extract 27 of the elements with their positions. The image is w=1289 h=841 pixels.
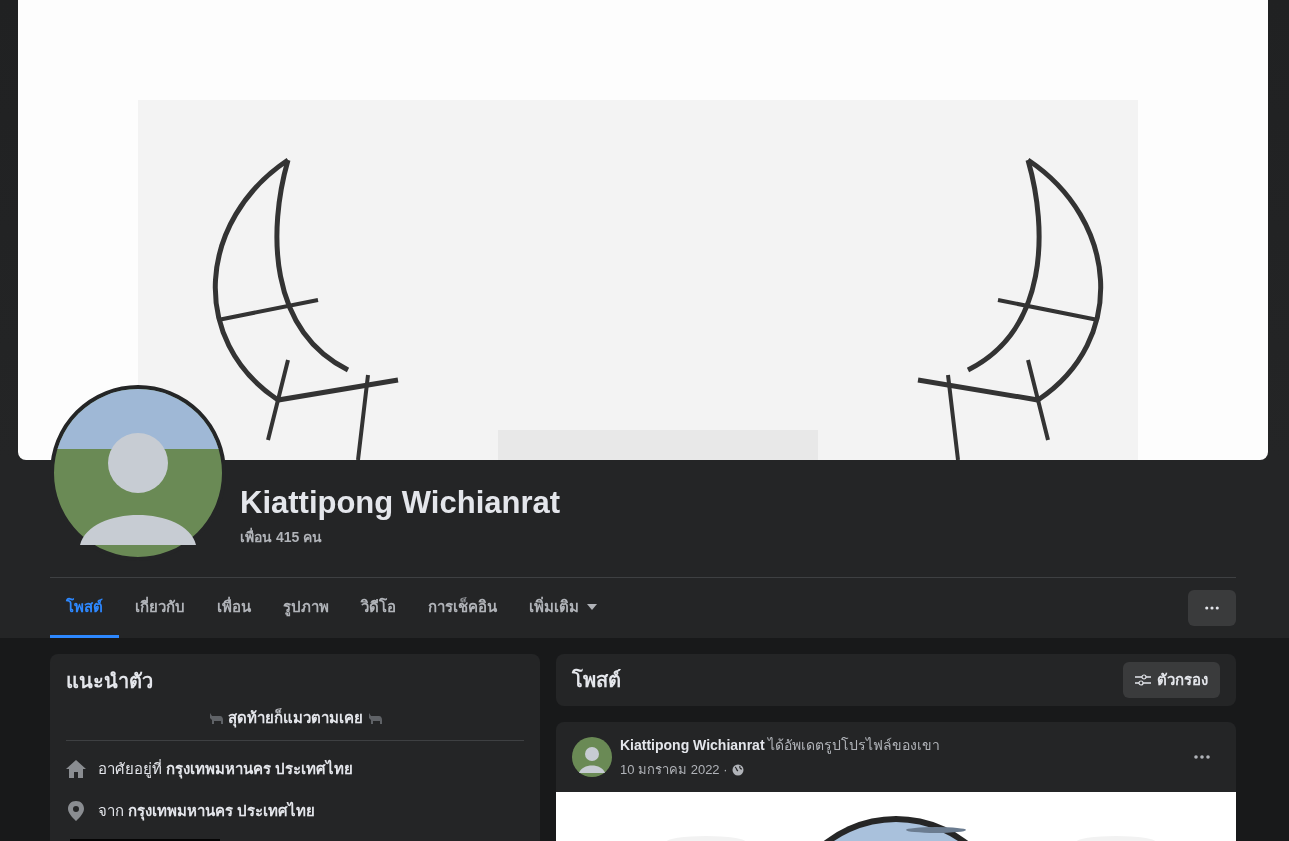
buffalo-icon (366, 711, 383, 725)
home-icon (66, 759, 86, 779)
author-avatar[interactable] (572, 737, 612, 777)
profile-tab[interactable]: รูปภาพ (267, 578, 345, 638)
more-icon (1194, 755, 1210, 759)
intro-detail: อาศัยอยู่ที่ กรุงเทพมหานคร ประเทศไทย (98, 758, 354, 781)
globe-icon (731, 763, 744, 776)
bio-text: สุดท้ายก็แมวตามเคย (227, 707, 363, 730)
filter-icon (1135, 674, 1151, 686)
caret-icon (587, 603, 597, 610)
profile-tab[interactable]: เพิ่มเติม (513, 578, 613, 638)
profile-tab[interactable]: วิดีโอ (345, 578, 412, 638)
location-pin-icon (66, 801, 86, 821)
intro-title: แนะนำตัว (66, 669, 154, 694)
profile-tab[interactable]: โพสต์ (50, 578, 119, 638)
profile-tab[interactable]: เกี่ยวกับ (119, 578, 201, 638)
intro-detail: จาก กรุงเทพมหานคร ประเทศไทย (98, 800, 316, 823)
buffalo-icon (207, 711, 224, 725)
post-headline: Kiattipong Wichianrat ได้อัพเดตรูปโปรไฟล์ของเขา (620, 736, 942, 756)
friend-count[interactable]: เพื่อน 415 คน (240, 526, 561, 548)
post-date[interactable]: 10 มกราคม 2022 · (620, 759, 728, 780)
profile-name: Kiattipong Wichianrat (240, 484, 561, 522)
profile-tab[interactable]: เพื่อน (201, 578, 267, 638)
more-icon (1205, 606, 1219, 610)
filter-button[interactable]: ตัวกรอง (1123, 662, 1220, 698)
posts-title: โพสต์ (572, 667, 621, 693)
profile-tab[interactable]: การเช็คอิน (412, 578, 513, 638)
